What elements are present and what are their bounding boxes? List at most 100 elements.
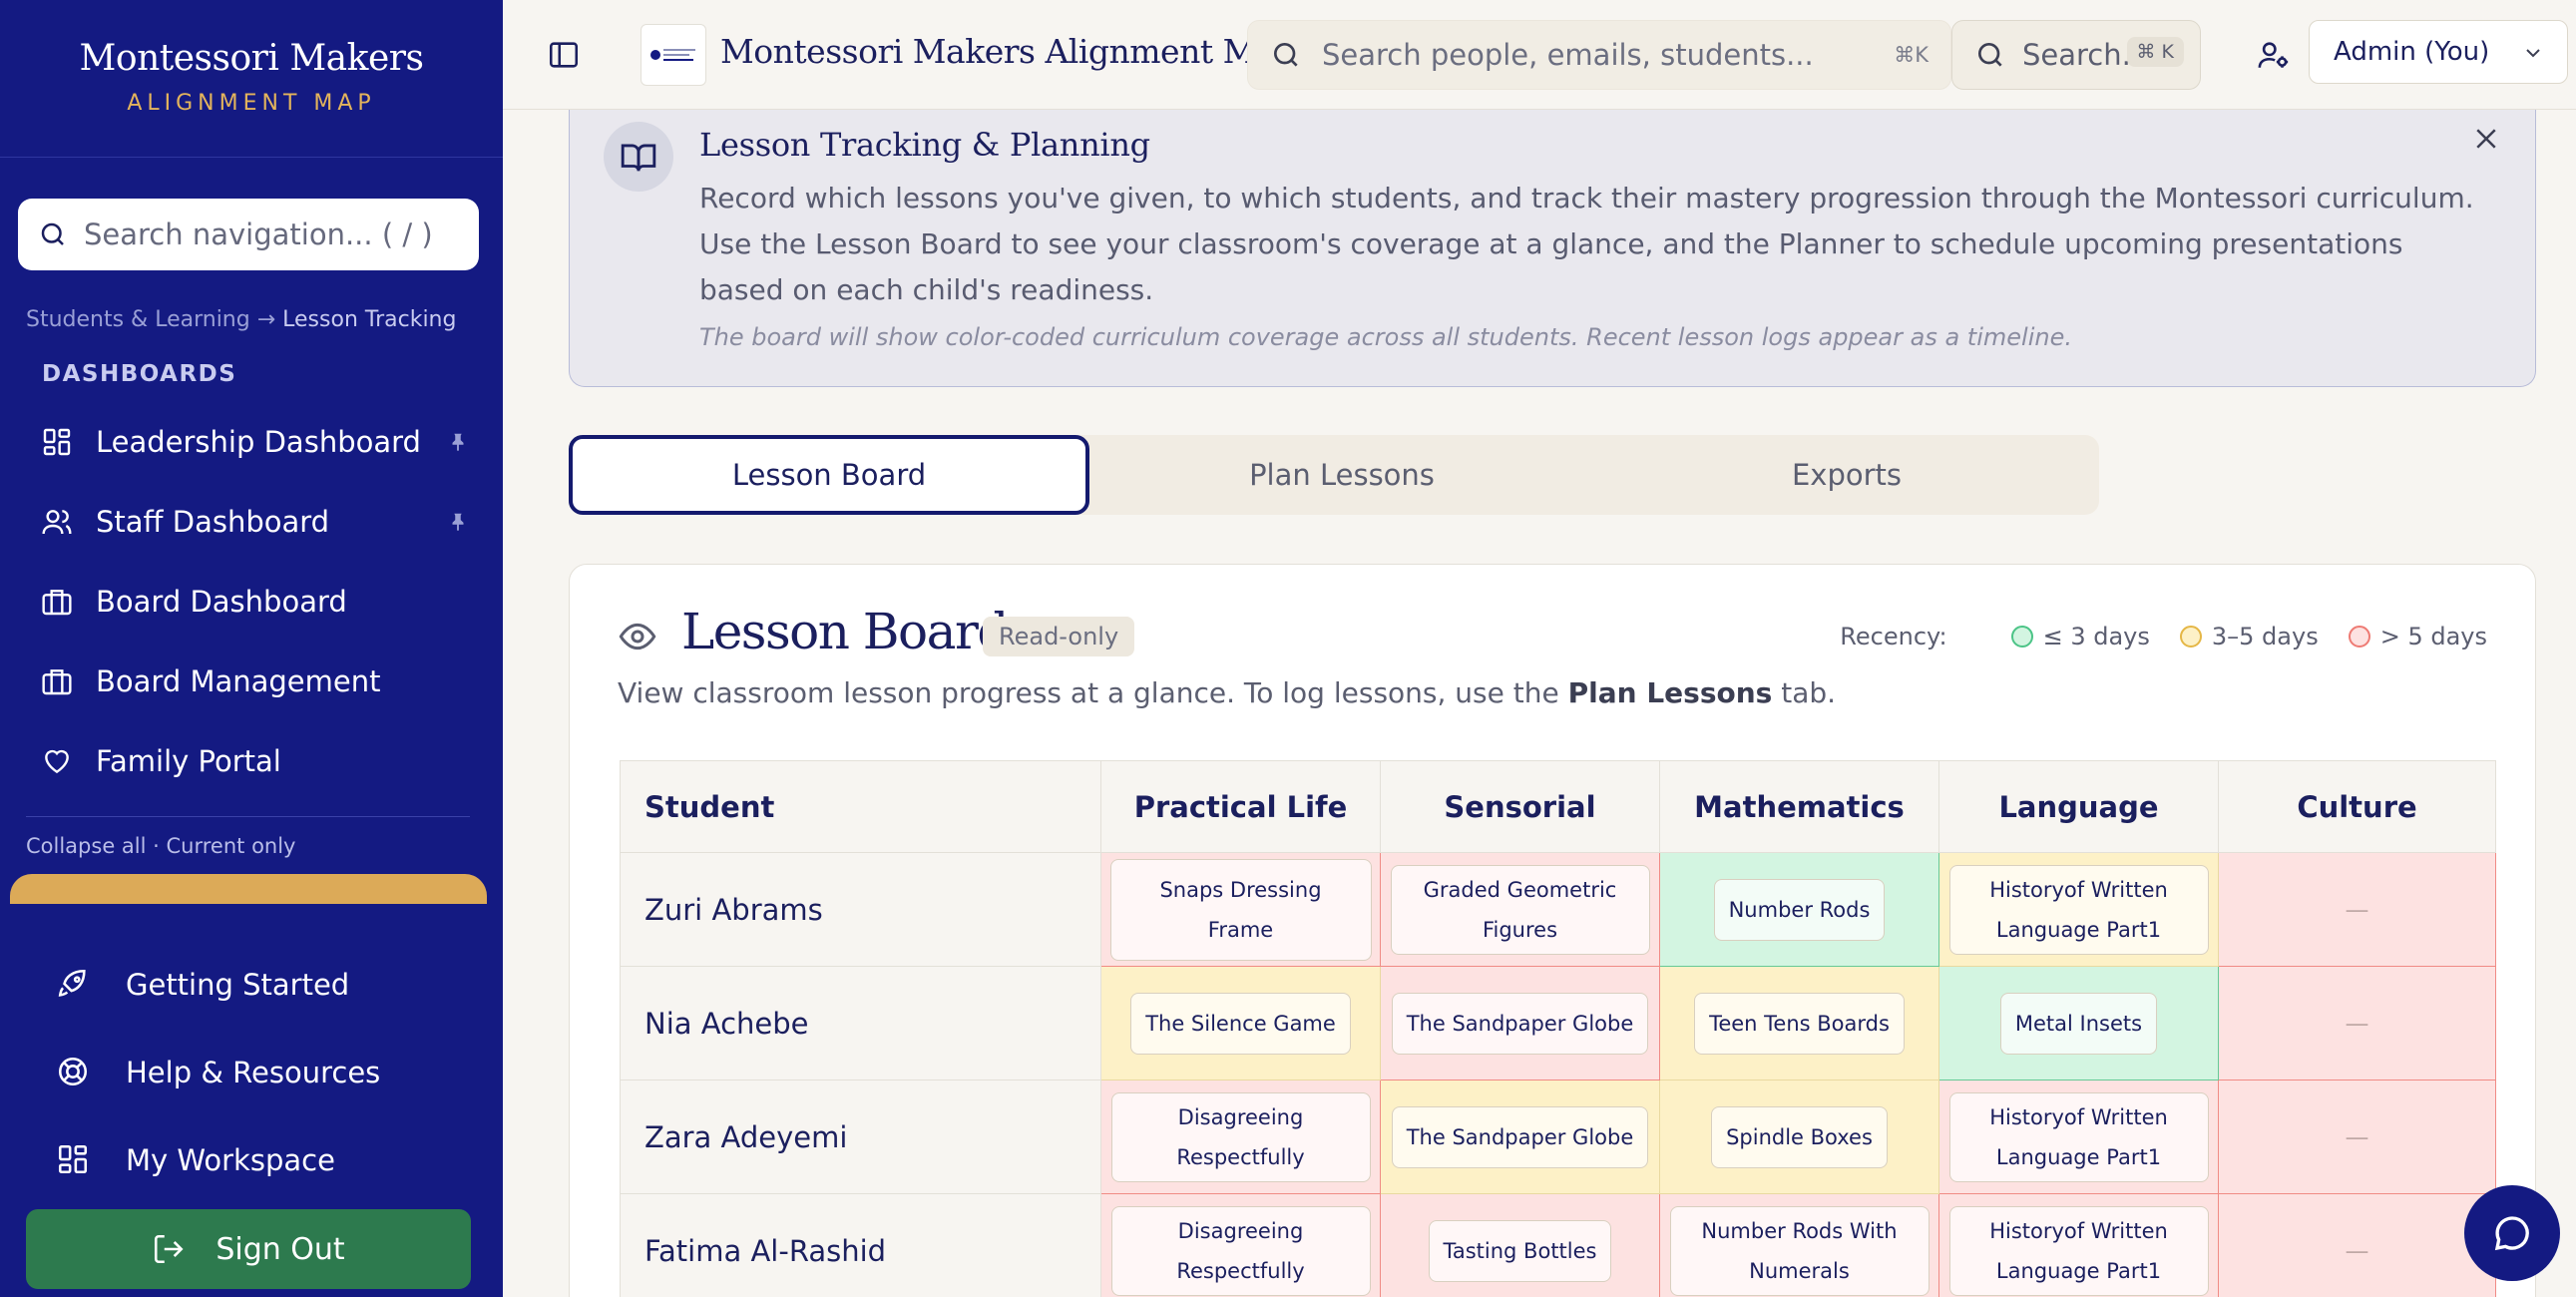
lesson-chip[interactable]: Disagreeing Respectfully (1110, 1205, 1371, 1296)
tab-exports[interactable]: Exports (1594, 435, 2099, 515)
sign-out-label: Sign Out (215, 1231, 345, 1267)
collapsed-section-strip[interactable] (10, 874, 487, 904)
sidebar-item-label: Board Management (96, 664, 381, 698)
lesson-table: Student Practical Life Sensorial Mathema… (620, 760, 2496, 1297)
collapse-all-link[interactable]: Collapse all (26, 834, 146, 858)
empty-cell-dash: — (2345, 1009, 2369, 1038)
sidebar-item-board-dashboard[interactable]: Board Dashboard (40, 574, 469, 630)
lesson-cell: The Sandpaper Globe (1380, 966, 1660, 1081)
breadcrumb-parent[interactable]: Students & Learning (26, 307, 250, 332)
lesson-cell: — (2218, 1080, 2496, 1194)
lifebuoy-icon (56, 1055, 92, 1090)
info-body: Record which lessons you've given, to wh… (699, 182, 2474, 306)
nav-search-input[interactable] (84, 217, 463, 251)
lesson-chip[interactable]: Historyof Written Language Part1 (1948, 1205, 2209, 1296)
info-note: The board will show color-coded curricul… (699, 323, 2072, 351)
sidebar-item-getting-started[interactable]: Getting Started (56, 955, 475, 1015)
briefcase-icon (40, 585, 74, 619)
read-only-badge: Read-only (983, 617, 1135, 656)
lesson-cell: Spindle Boxes (1659, 1080, 1939, 1194)
sidebar-item-my-workspace[interactable]: My Workspace (56, 1130, 475, 1190)
lesson-chip[interactable]: Number Rods (1713, 878, 1886, 941)
user-settings-icon[interactable] (2257, 38, 2291, 72)
close-icon[interactable] (2471, 124, 2501, 154)
lesson-chip[interactable]: The Sandpaper Globe (1391, 992, 1649, 1055)
sidebar-item-staff-dashboard[interactable]: Staff Dashboard (40, 494, 469, 550)
sidebar-item-family-portal[interactable]: Family Portal (40, 733, 469, 789)
lesson-cell: Disagreeing Respectfully (1100, 1080, 1381, 1194)
student-name[interactable]: Zara Adeyemi (620, 1080, 1101, 1194)
app-title: Montessori Makers Alignment Map (720, 32, 1296, 71)
lesson-chip[interactable]: Tasting Bottles (1428, 1219, 1612, 1282)
lesson-chip[interactable]: Historyof Written Language Part1 (1948, 864, 2209, 955)
nav-search[interactable] (18, 199, 479, 270)
lesson-chip[interactable]: Spindle Boxes (1711, 1105, 1888, 1168)
lesson-chip[interactable]: Historyof Written Language Part1 (1948, 1091, 2209, 1182)
tab-plan-lessons[interactable]: Plan Lessons (1089, 435, 1594, 515)
sign-out-button[interactable]: Sign Out (26, 1209, 471, 1289)
table-header-row: Student Practical Life Sensorial Mathema… (620, 760, 2496, 853)
board-subtitle-post: tab. (1772, 676, 1837, 709)
logout-icon (155, 1234, 184, 1264)
sidebar: Montessori Makers ALIGNMENT MAP Students… (0, 0, 503, 1297)
grid-icon (56, 1142, 92, 1178)
collapse-controls: Collapse all · Current only (26, 834, 295, 858)
sidebar-divider (0, 157, 503, 158)
empty-cell-dash: — (2345, 1236, 2369, 1265)
column-header: Mathematics (1659, 760, 1939, 853)
breadcrumb-arrow: → (256, 307, 276, 332)
user-menu-dropdown[interactable]: Admin (You) (2309, 20, 2568, 84)
lesson-cell: Metal Insets (1938, 966, 2219, 1081)
search-icon (1978, 43, 2002, 67)
lesson-chip[interactable]: Number Rods With Numerals (1669, 1205, 1930, 1296)
lesson-chip[interactable]: Metal Insets (1999, 992, 2158, 1055)
current-only-link[interactable]: Current only (167, 834, 296, 858)
sidebar-item-help-resources[interactable]: Help & Resources (56, 1043, 475, 1102)
chat-button[interactable] (2464, 1185, 2560, 1281)
board-title: Lesson Board (681, 603, 1009, 660)
lesson-cell: Historyof Written Language Part1 (1938, 1080, 2219, 1194)
briefcase-icon (40, 664, 74, 698)
tab-lesson-board[interactable]: Lesson Board (569, 435, 1089, 515)
lesson-chip[interactable]: The Silence Game (1130, 992, 1351, 1055)
lesson-chip[interactable]: The Sandpaper Globe (1391, 1105, 1649, 1168)
sidebar-item-board-management[interactable]: Board Management (40, 653, 469, 709)
global-search-placeholder: Search people, emails, students... (1322, 38, 1814, 72)
sidebar-section-dashboards: DASHBOARDS (42, 361, 237, 387)
legend-dot (2348, 626, 2370, 648)
separator: · (153, 834, 160, 858)
legend-item-old: > 5 days (2348, 623, 2487, 650)
global-search[interactable]: Search people, emails, students... ⌘K (1247, 20, 1951, 90)
search-shortcut: ⌘K (1894, 43, 1929, 67)
lesson-chip[interactable]: Snaps Dressing Frame (1109, 858, 1372, 961)
lesson-chip[interactable]: Disagreeing Respectfully (1110, 1091, 1371, 1182)
lesson-cell: — (2218, 966, 2496, 1081)
logo-icon (650, 49, 695, 61)
column-header: Sensorial (1380, 760, 1660, 853)
users-icon (40, 505, 74, 539)
pin-icon[interactable] (447, 510, 469, 534)
lesson-cell: Number Rods With Numerals (1659, 1193, 1939, 1297)
sidebar-item-label: Leadership Dashboard (96, 425, 421, 459)
command-search-button[interactable]: Search... ⌘ K (1951, 20, 2201, 90)
topbar: Montessori Makers Alignment Map Search p… (503, 0, 2576, 110)
sidebar-item-leadership-dashboard[interactable]: Leadership Dashboard (40, 414, 469, 470)
lesson-chip[interactable]: Teen Tens Boards (1694, 992, 1905, 1055)
lesson-cell: Tasting Bottles (1380, 1193, 1660, 1297)
sidebar-item-label: Help & Resources (126, 1056, 381, 1089)
sidebar-divider (26, 816, 470, 817)
sidebar-toggle-icon[interactable] (547, 38, 581, 72)
brand[interactable]: Montessori Makers ALIGNMENT MAP (0, 38, 503, 116)
app-logo[interactable] (641, 24, 706, 86)
chevron-down-icon (2526, 49, 2540, 58)
pin-icon[interactable] (447, 430, 469, 454)
student-name[interactable]: Zuri Abrams (620, 852, 1101, 967)
lesson-chip[interactable]: Graded Geometric Figures (1390, 864, 1650, 955)
eye-icon (619, 623, 656, 650)
search-icon (1274, 43, 1298, 67)
info-panel: Lesson Tracking & Planning Record which … (569, 110, 2536, 387)
lesson-cell: Graded Geometric Figures (1380, 852, 1660, 967)
student-name[interactable]: Nia Achebe (620, 966, 1101, 1081)
legend-label: 3–5 days (2211, 623, 2319, 650)
student-name[interactable]: Fatima Al-Rashid (620, 1193, 1101, 1297)
